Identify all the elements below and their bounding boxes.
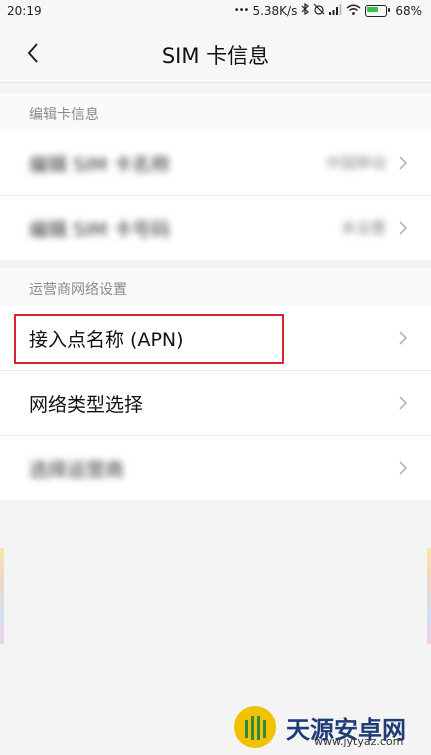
wifi-icon — [346, 4, 361, 18]
battery-percent: 68% — [395, 3, 422, 18]
section-title: 运营商网络设置 — [29, 282, 127, 298]
watermark: 天源安卓网 www.jytyaz.com — [232, 704, 422, 750]
row-label: 网络类型选择 — [29, 394, 144, 416]
status-time: 20:19 — [7, 4, 42, 18]
row-label: 编辑 SIM 卡号码 — [29, 219, 171, 241]
row-label: 编辑 SIM 卡名称 — [29, 154, 171, 176]
status-bar: 20:19 ••• 5.38K/s 68% — [0, 0, 431, 24]
edge-decoration — [0, 548, 4, 644]
battery-icon — [365, 4, 391, 17]
row-edit-sim-number[interactable]: 编辑 SIM 卡号码 未设置 — [0, 195, 431, 260]
chevron-right-icon — [399, 156, 408, 170]
header: SIM 卡信息 — [0, 24, 431, 83]
row-value: 中国移动 — [325, 154, 386, 172]
status-icons: ••• 5.38K/s 68% — [233, 2, 422, 18]
chevron-right-icon — [399, 221, 408, 235]
edit-card-group: 编辑 SIM 卡名称 中国移动 编辑 SIM 卡号码 未设置 — [0, 131, 431, 260]
chevron-right-icon — [399, 331, 408, 345]
section-title: 编辑卡信息 — [29, 107, 99, 123]
chevron-right-icon — [399, 396, 408, 410]
row-value: 未设置 — [340, 219, 386, 237]
row-edit-sim-name[interactable]: 编辑 SIM 卡名称 中国移动 — [0, 131, 431, 195]
android-logo-icon — [234, 706, 276, 748]
bluetooth-icon — [301, 2, 310, 18]
chevron-right-icon — [399, 461, 408, 475]
highlight-box — [14, 314, 284, 364]
more-dots: ••• — [233, 5, 250, 16]
page-title: SIM 卡信息 — [161, 44, 270, 68]
section-header-carrier-network: 运营商网络设置 — [0, 268, 431, 306]
net-speed: 5.38K/s — [252, 3, 298, 18]
row-select-carrier[interactable]: 选择运营商 — [0, 435, 431, 500]
edge-decoration — [427, 548, 431, 644]
watermark-url: www.jytyaz.com — [314, 735, 404, 748]
section-header-edit-card: 编辑卡信息 — [0, 93, 431, 131]
row-label: 选择运营商 — [29, 459, 125, 481]
row-network-type[interactable]: 网络类型选择 — [0, 370, 431, 435]
alarm-off-icon — [313, 3, 325, 18]
signal-icon — [329, 3, 342, 18]
